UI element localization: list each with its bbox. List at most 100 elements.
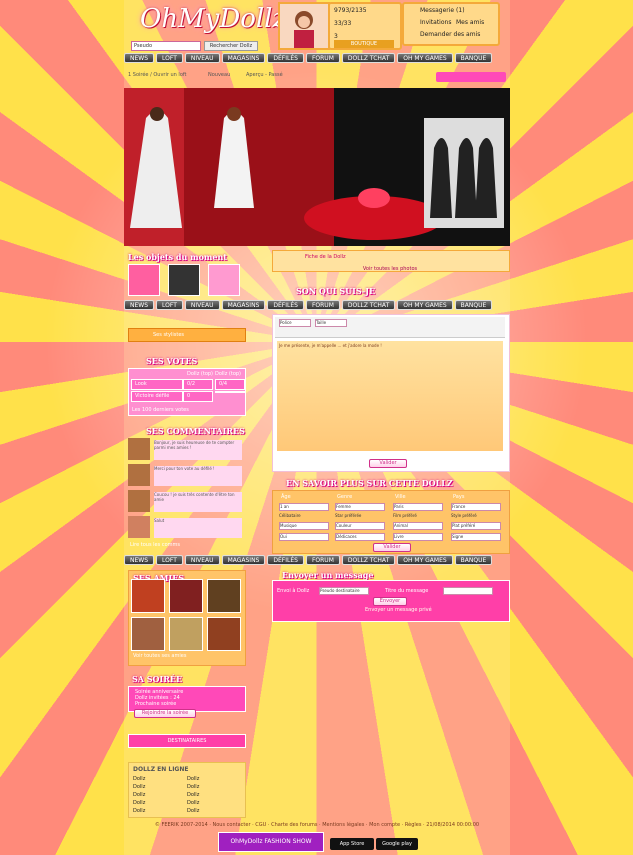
size-select[interactable]: Taille	[315, 319, 347, 327]
nav-banque[interactable]: BANQUE	[454, 555, 493, 565]
online-user[interactable]: Dollz	[133, 776, 145, 782]
nav-magasins[interactable]: MAGASINS	[221, 53, 266, 63]
nav-games[interactable]: OH MY GAMES	[397, 53, 453, 63]
comment-bubble: Salut	[154, 518, 242, 538]
nav-defiles[interactable]: DÉFILÉS	[267, 555, 304, 565]
shop-banner[interactable]: BOUTIQUE	[334, 40, 394, 48]
more-field[interactable]: Femme	[335, 503, 385, 511]
nav-news[interactable]: NEWS	[124, 53, 155, 63]
loft-scene[interactable]	[124, 88, 510, 246]
nav-banque[interactable]: BANQUE	[454, 53, 493, 63]
nav-banque[interactable]: BANQUE	[454, 300, 493, 310]
votes-title: SES VOTES	[146, 356, 198, 366]
more-field[interactable]: Couleur	[335, 522, 385, 530]
comment-avatar[interactable]	[128, 516, 150, 538]
editor-content[interactable]: Je me présente, je m'appelle ... et j'ad…	[277, 341, 503, 451]
friend-thumb[interactable]	[207, 579, 241, 613]
friend-thumb[interactable]	[131, 579, 165, 613]
nav-loft[interactable]: LOFT	[156, 300, 183, 310]
friends-link[interactable]: Voir toutes ses amies	[133, 653, 186, 659]
more-save-button[interactable]: Valider	[373, 543, 411, 552]
nav-news[interactable]: NEWS	[124, 300, 155, 310]
friend-thumb[interactable]	[169, 617, 203, 651]
nav-games[interactable]: OH MY GAMES	[397, 300, 453, 310]
comment-bubble: Merci pour ton vote au défilé !	[154, 466, 242, 486]
comments-link[interactable]: Lire tous les comms	[130, 542, 180, 548]
more-field[interactable]: Livre	[393, 533, 443, 541]
site-logo[interactable]: OhMyDollz	[140, 4, 286, 40]
shop-item[interactable]	[168, 264, 200, 296]
nav-forum[interactable]: FORUM	[305, 300, 340, 310]
nav-forum[interactable]: FORUM	[305, 555, 340, 565]
nav-loft[interactable]: LOFT	[156, 555, 183, 565]
online-user[interactable]: Dollz	[133, 784, 145, 790]
online-user[interactable]: Dollz	[133, 792, 145, 798]
nav-defiles[interactable]: DÉFILÉS	[267, 53, 304, 63]
friend-thumb[interactable]	[169, 579, 203, 613]
zoom-buttons[interactable]	[436, 72, 506, 82]
more-field[interactable]: Oui	[279, 533, 329, 541]
shop-item[interactable]	[128, 264, 160, 296]
nav-magasins[interactable]: MAGASINS	[221, 300, 266, 310]
more-field[interactable]: Musique	[279, 522, 329, 530]
comments-list: Bonjour, je suis heureuse de te compter …	[128, 438, 244, 548]
invitations-link[interactable]: Invitations	[420, 19, 451, 26]
more-field[interactable]: Plat préféré	[451, 522, 501, 530]
nav-defiles[interactable]: DÉFILÉS	[267, 300, 304, 310]
more-field[interactable]: Paris	[393, 503, 443, 511]
online-user[interactable]: Dollz	[187, 776, 199, 782]
destinataires-button[interactable]: DESTINATAIRES	[128, 734, 246, 748]
more-field[interactable]: 1 an	[279, 503, 329, 511]
online-user[interactable]: Dollz	[187, 808, 199, 814]
appstore-badge[interactable]: App Store	[330, 838, 374, 850]
nav-forum[interactable]: FORUM	[305, 53, 340, 63]
messages-link[interactable]: Messagerie (1)	[420, 7, 465, 14]
friend-thumb[interactable]	[131, 617, 165, 651]
preview-link[interactable]: Aperçu - Passé	[246, 72, 283, 78]
online-user[interactable]: Dollz	[187, 792, 199, 798]
editor-save-button[interactable]: Valider	[369, 459, 407, 468]
nav-news[interactable]: NEWS	[124, 555, 155, 565]
nav-magasins[interactable]: MAGASINS	[221, 555, 266, 565]
more-field[interactable]: France	[451, 503, 501, 511]
message-link[interactable]: Envoyer un message privé	[365, 607, 432, 613]
nav-games[interactable]: OH MY GAMES	[397, 555, 453, 565]
nav-niveau[interactable]: NIVEAU	[184, 300, 220, 310]
friend-request-link[interactable]: Demander des amis	[420, 31, 480, 38]
friends-link[interactable]: Mes amis	[456, 19, 484, 26]
more-field[interactable]: Signe	[451, 533, 501, 541]
message-to-input[interactable]: Pseudo destinataire	[319, 587, 369, 595]
message-send-button[interactable]: Envoyer	[373, 597, 407, 606]
votes-link[interactable]: Les 100 derniers votes	[132, 407, 189, 413]
search-button[interactable]: Rechercher Dollz	[204, 41, 258, 51]
comment-avatar[interactable]	[128, 464, 150, 486]
more-field[interactable]: Animal	[393, 522, 443, 530]
online-user[interactable]: Dollz	[187, 800, 199, 806]
online-user[interactable]: Dollz	[133, 800, 145, 806]
comment-avatar[interactable]	[128, 490, 150, 512]
votes-cell	[215, 391, 245, 393]
shop-item[interactable]	[208, 264, 240, 296]
online-user[interactable]: Dollz	[187, 784, 199, 790]
fashion-show-banner[interactable]: OhMyDollz FASHION SHOW	[218, 832, 324, 852]
comment-avatar[interactable]	[128, 438, 150, 460]
search-input[interactable]: Pseudo	[131, 41, 201, 51]
friend-thumb[interactable]	[207, 617, 241, 651]
nav-tchat[interactable]: DOLLZ TCHAT	[341, 53, 396, 63]
footer-links[interactable]: © FEERIK 2007-2014 · Nous contacter · CG…	[124, 822, 510, 828]
gallery-caption[interactable]: Voir toutes les photos	[272, 266, 508, 272]
nav-tchat[interactable]: DOLLZ TCHAT	[341, 300, 396, 310]
message-title-input[interactable]	[443, 587, 493, 595]
online-user[interactable]: Dollz	[133, 808, 145, 814]
stylistes-button[interactable]: Ses stylistes	[128, 328, 246, 342]
more-field[interactable]: Dédicaces	[335, 533, 385, 541]
gallery-tag: Fiche de la Dollz	[305, 254, 346, 260]
nav-niveau[interactable]: NIVEAU	[184, 555, 220, 565]
event-button[interactable]: Rejoindre la soirée	[134, 709, 196, 718]
avatar[interactable]	[278, 2, 330, 50]
font-select[interactable]: Police	[279, 319, 311, 327]
nav-tchat[interactable]: DOLLZ TCHAT	[341, 555, 396, 565]
googleplay-badge[interactable]: Google play	[376, 838, 418, 850]
nav-loft[interactable]: LOFT	[156, 53, 183, 63]
nav-niveau[interactable]: NIVEAU	[184, 53, 220, 63]
